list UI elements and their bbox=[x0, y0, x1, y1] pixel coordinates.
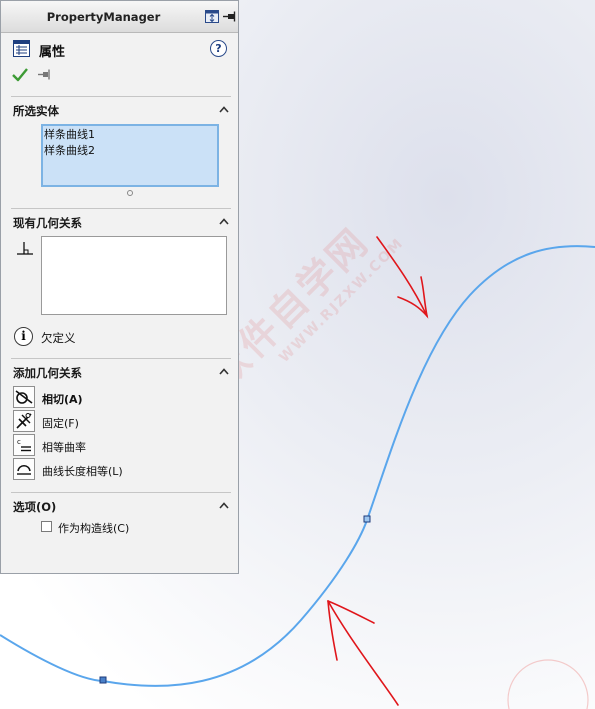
info-icon: i bbox=[14, 327, 33, 346]
corner-stamp bbox=[507, 659, 589, 709]
section-title-existing-relations: 现有几何关系 bbox=[13, 216, 82, 230]
property-manager-panel: PropertyManager 属性 ? 所选实体 样条曲线1 样条曲线2 现有… bbox=[0, 0, 239, 574]
collapse-add-relations-chevron-icon[interactable] bbox=[219, 368, 229, 375]
spline-point-start[interactable] bbox=[99, 676, 107, 684]
pin-title-icon[interactable] bbox=[223, 10, 237, 23]
section-title-add-relations: 添加几何关系 bbox=[13, 366, 82, 380]
section-title-options: 选项(O) bbox=[13, 500, 57, 514]
relations-icon bbox=[17, 242, 33, 255]
pin-icon[interactable] bbox=[38, 69, 52, 80]
section-divider bbox=[11, 492, 231, 493]
tangent-label[interactable]: 相切(A) bbox=[42, 391, 83, 407]
list-item[interactable]: 样条曲线1 bbox=[43, 127, 217, 143]
equal-curvature-label[interactable]: 相等曲率 bbox=[42, 439, 86, 455]
equal-curve-length-button[interactable] bbox=[13, 458, 35, 480]
section-divider bbox=[11, 358, 231, 359]
list-resize-handle[interactable] bbox=[127, 190, 133, 196]
properties-icon bbox=[13, 40, 30, 57]
equal-curvature-icon: c bbox=[17, 438, 31, 452]
help-icon[interactable]: ? bbox=[210, 40, 227, 57]
annotation-arrow-lower bbox=[327, 600, 399, 706]
section-title-selected-entities: 所选实体 bbox=[13, 104, 59, 118]
ok-check-icon[interactable] bbox=[12, 67, 28, 82]
equal-curve-length-icon bbox=[17, 465, 31, 475]
fix-button[interactable] bbox=[13, 410, 35, 432]
spline-curve-1[interactable] bbox=[366, 245, 595, 521]
collapse-existing-relations-chevron-icon[interactable] bbox=[219, 218, 229, 225]
tangent-button[interactable] bbox=[13, 386, 35, 408]
section-divider bbox=[11, 96, 231, 97]
collapse-selected-entities-chevron-icon[interactable] bbox=[219, 106, 229, 113]
definition-status: 欠定义 bbox=[41, 331, 76, 345]
construction-checkbox[interactable] bbox=[41, 521, 52, 532]
spline-point-junction[interactable] bbox=[363, 515, 371, 523]
list-item[interactable]: 样条曲线2 bbox=[43, 143, 217, 159]
construction-checkbox-label[interactable]: 作为构造线(C) bbox=[58, 520, 129, 536]
panel-title: PropertyManager bbox=[46, 10, 161, 24]
equal-curvature-button[interactable]: c bbox=[13, 434, 35, 456]
section-divider bbox=[11, 208, 231, 209]
expand-icon[interactable] bbox=[205, 10, 219, 23]
fix-label[interactable]: 固定(F) bbox=[42, 415, 79, 431]
equal-curve-length-label[interactable]: 曲线长度相等(L) bbox=[42, 463, 123, 479]
panel-titlebar: PropertyManager bbox=[1, 1, 238, 33]
fix-icon bbox=[16, 413, 32, 429]
svg-text:c: c bbox=[17, 438, 21, 446]
property-title: 属性 bbox=[39, 45, 66, 60]
collapse-options-chevron-icon[interactable] bbox=[219, 502, 229, 509]
existing-relations-list[interactable] bbox=[41, 236, 227, 315]
selected-entities-list[interactable]: 样条曲线1 样条曲线2 bbox=[41, 124, 219, 187]
tangent-icon bbox=[15, 390, 33, 404]
